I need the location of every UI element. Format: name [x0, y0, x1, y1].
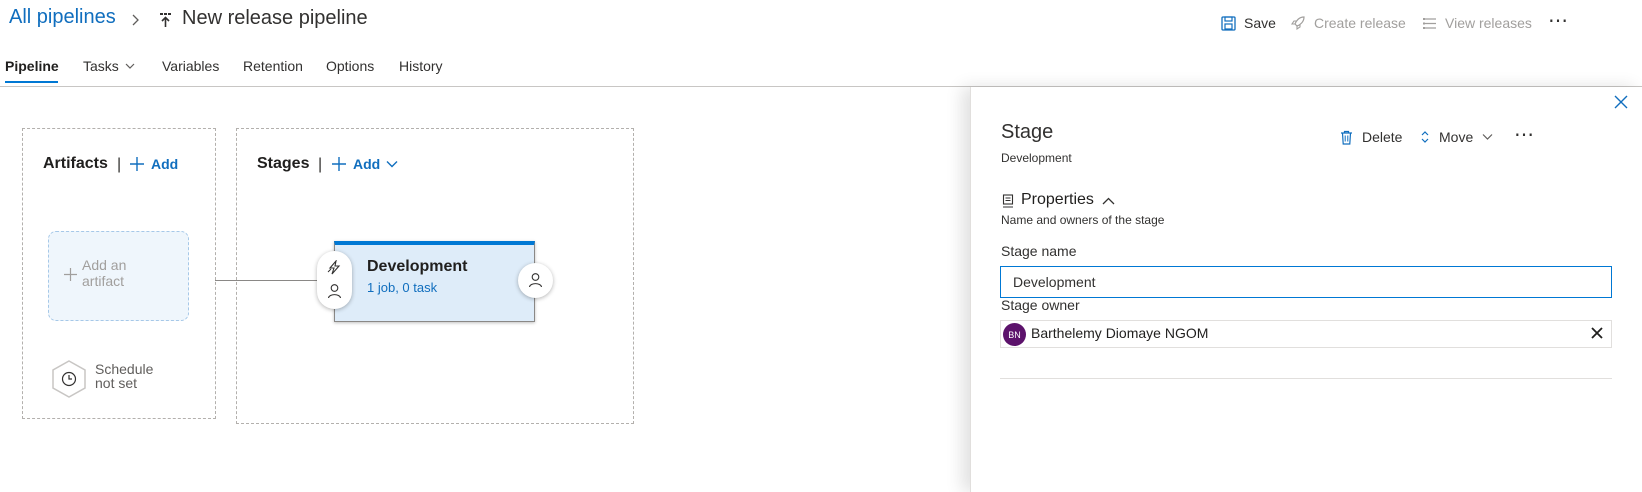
properties-section-toggle[interactable]: Properties — [1021, 191, 1094, 209]
sort-icon — [1420, 130, 1430, 144]
stage-owner-name: Barthelemy Diomaye NGOM — [1031, 325, 1209, 341]
stage-card-name[interactable]: Development — [367, 258, 467, 276]
tab-tasks[interactable]: Tasks — [83, 55, 135, 77]
stage-card-summary[interactable]: 1 job, 0 task — [367, 280, 437, 295]
tab-options[interactable]: Options — [326, 55, 374, 77]
chevron-down-icon — [125, 62, 135, 70]
person-icon — [327, 283, 342, 299]
tab-pipeline[interactable]: Pipeline — [5, 55, 59, 77]
view-releases-button[interactable]: View releases — [1422, 12, 1532, 34]
delete-stage-button[interactable]: Delete — [1340, 127, 1402, 147]
avatar: BN — [1003, 323, 1026, 346]
active-tab-indicator — [5, 81, 58, 83]
close-icon — [1614, 95, 1628, 109]
add-artifact-button[interactable]: Add — [129, 156, 178, 172]
plus-icon — [64, 268, 77, 281]
stage-name-label: Stage name — [1001, 243, 1077, 259]
move-stage-button[interactable]: Move — [1420, 127, 1493, 147]
save-label: Save — [1244, 15, 1276, 31]
schedule-button[interactable] — [51, 359, 87, 399]
stage-name-input[interactable] — [1000, 266, 1612, 298]
clear-owner-button[interactable] — [1591, 327, 1603, 339]
panel-subtitle: Development — [1001, 151, 1072, 165]
view-releases-label: View releases — [1445, 15, 1532, 31]
chevron-up-icon[interactable] — [1102, 197, 1115, 205]
save-button[interactable]: Save — [1221, 12, 1276, 34]
lightning-icon — [327, 260, 342, 275]
panel-divider — [1000, 378, 1612, 379]
tab-variables[interactable]: Variables — [162, 55, 219, 77]
add-artifact-label: Add an artifact — [82, 257, 127, 289]
chevron-down-icon — [386, 160, 398, 168]
pre-deployment-conditions[interactable] — [317, 251, 352, 309]
plus-icon — [129, 156, 145, 172]
page-title: New release pipeline — [182, 7, 368, 29]
chevron-down-icon — [1482, 133, 1493, 141]
stages-title: Stages — [257, 155, 310, 172]
person-icon — [528, 272, 543, 288]
artifact-stage-connector — [215, 280, 321, 281]
trash-icon — [1340, 130, 1353, 145]
panel-more-button[interactable]: ⋯ — [1514, 122, 1535, 147]
post-deployment-conditions[interactable] — [518, 263, 553, 298]
list-icon — [1422, 17, 1437, 30]
properties-description: Name and owners of the stage — [1001, 213, 1165, 227]
add-stage-button[interactable]: Add — [331, 156, 398, 172]
stage-owner-label: Stage owner — [1001, 297, 1080, 313]
chevron-right-icon — [130, 14, 140, 26]
plus-icon — [331, 156, 347, 172]
save-icon — [1221, 15, 1236, 31]
close-panel-button[interactable] — [1614, 95, 1628, 109]
panel-title: Stage — [1001, 121, 1054, 143]
rocket-icon — [1290, 15, 1306, 31]
create-release-label: Create release — [1314, 15, 1406, 31]
tab-history[interactable]: History — [399, 55, 443, 77]
more-options-button[interactable]: ⋯ — [1548, 8, 1569, 33]
close-icon — [1591, 327, 1603, 339]
artifacts-separator: | — [117, 156, 122, 173]
breadcrumb-all-pipelines[interactable]: All pipelines — [9, 6, 116, 29]
schedule-label: Schedule not set — [95, 361, 154, 391]
create-release-button[interactable]: Create release — [1290, 12, 1406, 34]
stages-separator: | — [318, 156, 323, 173]
release-pipeline-icon — [157, 12, 173, 28]
properties-icon — [1002, 194, 1014, 208]
artifacts-title: Artifacts — [43, 155, 108, 172]
tab-retention[interactable]: Retention — [243, 55, 303, 77]
